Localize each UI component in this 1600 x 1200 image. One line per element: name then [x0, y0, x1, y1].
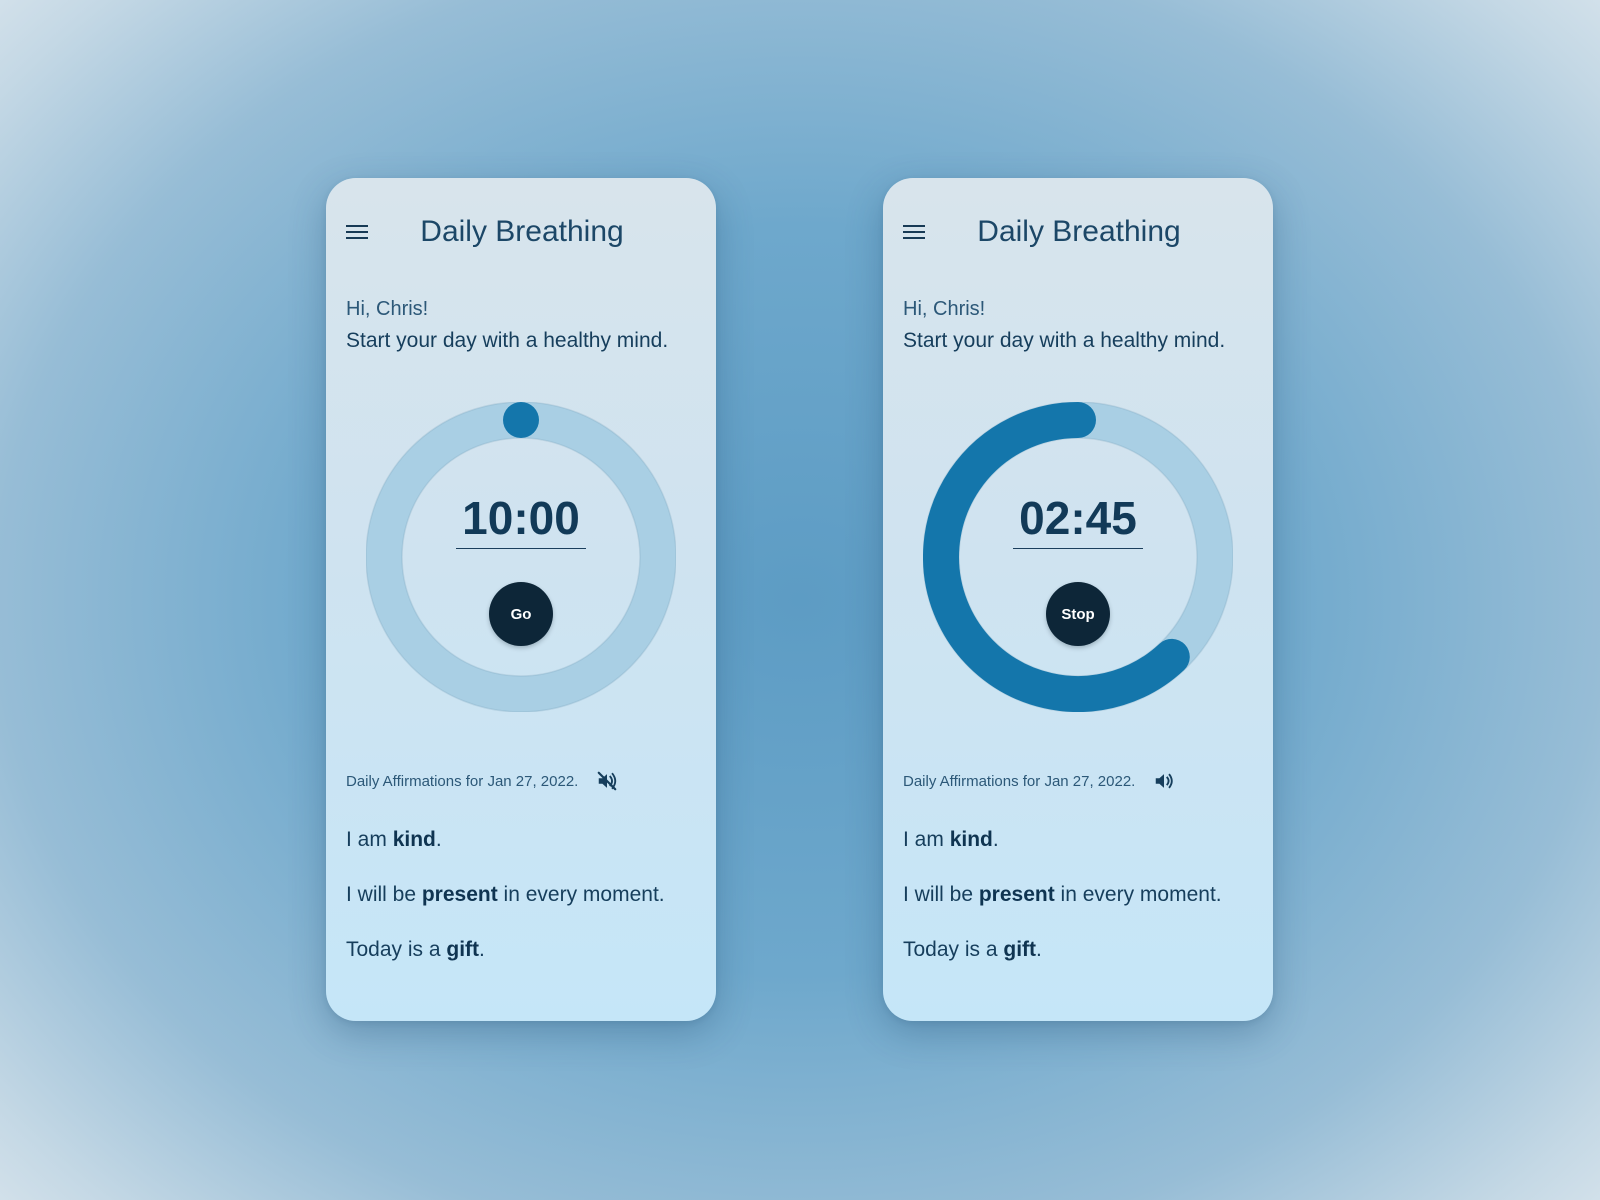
- affirmation-item: I am kind.: [903, 828, 999, 851]
- go-button[interactable]: Go: [489, 582, 553, 646]
- timer-display[interactable]: 02:45: [1013, 490, 1143, 549]
- ring-progress-knob[interactable]: [503, 402, 539, 438]
- ring-track: [366, 402, 676, 712]
- stop-button[interactable]: Stop: [1046, 582, 1110, 646]
- progress-ring: [366, 402, 676, 712]
- progress-ring: [923, 402, 1233, 712]
- subtitle-text: Start your day with a healthy mind.: [903, 329, 1226, 352]
- greeting-text: Hi, Chris!: [903, 298, 986, 320]
- app-title: Daily Breathing: [420, 215, 624, 248]
- app-title: Daily Breathing: [977, 215, 1181, 248]
- phone-screen-running: Daily Breathing Hi, Chris! Start your da…: [883, 178, 1273, 1021]
- greeting-text: Hi, Chris!: [346, 298, 429, 320]
- affirmation-item: Today is a gift.: [346, 938, 485, 961]
- affirmations-heading-row: Daily Affirmations for Jan 27, 2022.: [903, 770, 1175, 792]
- breathing-timer-dial[interactable]: 02:45 Stop: [923, 402, 1233, 712]
- timer-display[interactable]: 10:00: [456, 490, 586, 549]
- affirmations-heading: Daily Affirmations for Jan 27, 2022.: [346, 772, 579, 790]
- affirmation-item: Today is a gift.: [903, 938, 1042, 961]
- affirmations-heading-row: Daily Affirmations for Jan 27, 2022.: [346, 770, 618, 792]
- subtitle-text: Start your day with a healthy mind.: [346, 329, 669, 352]
- speaker-on-icon[interactable]: [1153, 770, 1175, 792]
- affirmation-item: I am kind.: [346, 828, 442, 851]
- phone-screen-idle: Daily Breathing Hi, Chris! Start your da…: [326, 178, 716, 1021]
- breathing-timer-dial[interactable]: 10:00 Go: [366, 402, 676, 712]
- affirmation-item: I will be present in every moment.: [346, 883, 665, 906]
- speaker-muted-icon[interactable]: [596, 770, 618, 792]
- affirmations-heading: Daily Affirmations for Jan 27, 2022.: [903, 772, 1136, 790]
- ring-progress-arc: [923, 402, 1190, 712]
- affirmation-item: I will be present in every moment.: [903, 883, 1222, 906]
